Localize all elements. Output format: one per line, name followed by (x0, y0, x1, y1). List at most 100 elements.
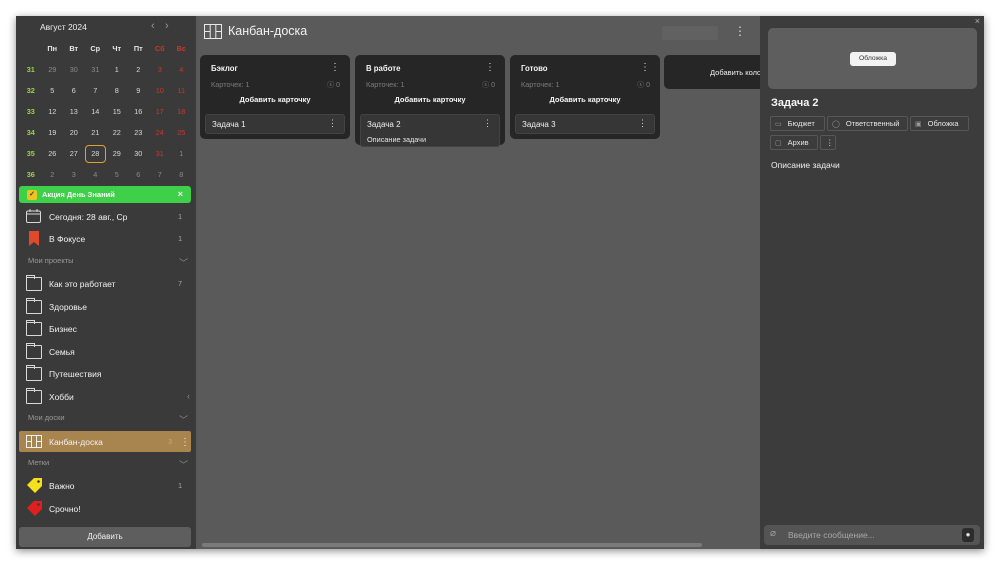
sidebar-project-item[interactable]: Хобби (16, 386, 196, 408)
assignee-button[interactable]: ◯ Ответственный (827, 116, 908, 131)
calendar-day[interactable]: 29 (42, 65, 64, 74)
column-more-icon[interactable]: ⋮ (485, 62, 495, 73)
calendar-day[interactable]: 2 (128, 65, 150, 74)
week-number: 35 (26, 149, 35, 158)
smart-list-today[interactable]: Сегодня: 28 авг., Ср 1 (16, 206, 196, 228)
smart-list-focus[interactable]: В Фокусе 1 (16, 228, 196, 250)
more-icon[interactable]: ⋮ (734, 24, 746, 38)
calendar-day[interactable]: 5 (106, 170, 128, 179)
calendar-day[interactable]: 5 (42, 86, 64, 95)
sidebar-tag-urgent[interactable]: Срочно! (16, 498, 196, 520)
add-column-button[interactable]: Добавить колонку (664, 55, 764, 89)
sidebar-project-item[interactable]: Бизнес (16, 318, 196, 340)
calendar-day[interactable]: 25 (171, 128, 193, 137)
sidebar-project-item[interactable]: Здоровье (16, 296, 196, 318)
card-description[interactable]: Описание задачи (771, 160, 840, 170)
calendar-day[interactable]: 19 (42, 128, 64, 137)
kanban-card[interactable]: Задача 2 ⋮ Описание задачи (360, 114, 500, 147)
calendar-day[interactable]: 12 (42, 107, 64, 116)
calendar-day[interactable]: 3 (63, 170, 85, 179)
project-label: Бизнес (49, 324, 77, 334)
budget-button[interactable]: ▭ Бюджет (770, 116, 825, 131)
calendar-day[interactable]: 18 (171, 107, 193, 116)
close-icon[interactable]: × (975, 16, 980, 26)
card-title[interactable]: Задача 2 (771, 97, 819, 109)
calendar-day[interactable]: 30 (128, 149, 150, 158)
microphone-icon[interactable]: ● (962, 528, 974, 542)
calendar-prev-icon[interactable]: ‹ (151, 20, 155, 32)
calendar-day[interactable]: 31 (149, 149, 171, 158)
column-title[interactable]: В работе (366, 64, 400, 73)
calendar-day[interactable]: 4 (85, 170, 107, 179)
sidebar-project-item[interactable]: Семья (16, 341, 196, 363)
calendar-day[interactable]: 27 (63, 149, 85, 158)
tags-header[interactable]: Метки (28, 458, 49, 467)
calendar-grid: Пн Вт Ср Чт Пт Сб Вс 31 29 30 31 1 2 3 4 32 5 6 7 8 9… (20, 38, 192, 185)
column-more-icon[interactable]: ⋮ (640, 62, 650, 73)
cover-button[interactable]: Обложка (850, 52, 896, 66)
sidebar-project-item[interactable]: Путешествия (16, 363, 196, 385)
calendar-day[interactable]: 11 (171, 86, 193, 95)
calendar-next-icon[interactable]: › (165, 20, 169, 32)
calendar-day[interactable]: 30 (63, 65, 85, 74)
calendar-day[interactable]: 4 (171, 65, 193, 74)
paperclip-icon[interactable]: ⌀ (770, 528, 776, 539)
collapse-sidebar-icon[interactable]: ‹ (187, 391, 190, 401)
boards-header[interactable]: Мои доски (28, 413, 65, 422)
add-button[interactable]: Добавить (19, 527, 191, 547)
add-card-button[interactable]: Добавить карточку (355, 95, 505, 104)
calendar-day[interactable]: 24 (149, 128, 171, 137)
calendar-day[interactable]: 7 (85, 86, 107, 95)
chevron-down-icon[interactable]: ﹀ (179, 458, 188, 471)
add-card-button[interactable]: Добавить карточку (510, 95, 660, 104)
calendar-day[interactable]: 31 (85, 65, 107, 74)
calendar-day[interactable]: 8 (171, 170, 193, 179)
board-more-icon[interactable]: ⋮ (180, 437, 190, 448)
calendar-day[interactable]: 16 (128, 107, 150, 116)
column-more-icon[interactable]: ⋮ (330, 62, 340, 73)
column-title[interactable]: Готово (521, 64, 548, 73)
calendar-day[interactable]: 15 (106, 107, 128, 116)
card-more-icon[interactable]: ⋮ (638, 118, 647, 129)
promo-close-icon[interactable]: × (178, 189, 183, 199)
calendar-day[interactable]: 23 (128, 128, 150, 137)
sidebar-project-item[interactable]: Как это работает 7 (16, 273, 196, 295)
calendar-day[interactable]: 22 (106, 128, 128, 137)
sidebar-tag-important[interactable]: Важно 1 (16, 475, 196, 497)
calendar-day[interactable]: 7 (149, 170, 171, 179)
calendar-day[interactable]: 17 (149, 107, 171, 116)
calendar-day[interactable]: 6 (63, 86, 85, 95)
column-title[interactable]: Бэклог (211, 64, 238, 73)
calendar-day[interactable]: 29 (106, 149, 128, 158)
calendar-day[interactable]: 13 (63, 107, 85, 116)
kanban-card[interactable]: Задача 3 ⋮ (515, 114, 655, 134)
kanban-card[interactable]: Задача 1 ⋮ (205, 114, 345, 134)
promo-banner[interactable]: ✓ Акция День Знаний × (19, 186, 191, 203)
calendar-day[interactable]: 10 (149, 86, 171, 95)
calendar-day[interactable]: 2 (42, 170, 64, 179)
calendar-day[interactable]: 3 (149, 65, 171, 74)
projects-header[interactable]: Мои проекты (28, 256, 74, 265)
calendar-day[interactable]: 1 (171, 149, 193, 158)
more-actions-button[interactable]: ⋮ (820, 135, 836, 150)
archive-button[interactable]: ▢ Архив (770, 135, 818, 150)
chevron-down-icon[interactable]: ﹀ (179, 256, 188, 269)
message-input[interactable]: ⌀ Введите сообщение... ● (764, 525, 980, 545)
calendar-day[interactable]: 6 (128, 170, 150, 179)
calendar-day[interactable]: 14 (85, 107, 107, 116)
calendar-day[interactable]: 26 (42, 149, 64, 158)
calendar-day[interactable]: 8 (106, 86, 128, 95)
toolbar-placeholder (662, 26, 718, 40)
cover-chip-button[interactable]: ▣ Обложка (910, 116, 969, 131)
calendar-day[interactable]: 20 (63, 128, 85, 137)
calendar-day[interactable]: 1 (106, 65, 128, 74)
horizontal-scrollbar[interactable] (202, 543, 702, 547)
calendar-day[interactable]: 9 (128, 86, 150, 95)
card-more-icon[interactable]: ⋮ (483, 118, 492, 129)
calendar-day[interactable]: 28 (84, 144, 106, 163)
add-card-button[interactable]: Добавить карточку (200, 95, 350, 104)
card-more-icon[interactable]: ⋮ (328, 118, 337, 129)
chevron-down-icon[interactable]: ﹀ (179, 413, 188, 426)
sidebar-item-kanban-board-content[interactable]: Канбан-доска 3 ⋮ (16, 431, 196, 453)
calendar-day[interactable]: 21 (85, 128, 107, 137)
